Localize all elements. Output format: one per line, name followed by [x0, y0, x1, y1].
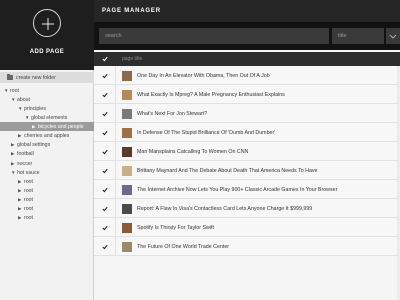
- tree-item[interactable]: ▼ principles: [0, 104, 94, 113]
- tree-item[interactable]: ▶ root: [0, 204, 94, 213]
- search-bar: title: [94, 22, 400, 50]
- divider: [115, 123, 116, 142]
- page-title-cell[interactable]: Report: A Flaw In Visa's Contactless Car…: [137, 206, 312, 212]
- divider: [115, 237, 116, 256]
- tree-item-label: hot sauce: [17, 169, 40, 176]
- tree-item[interactable]: ▶ cherries and apples: [0, 132, 94, 141]
- tree-item-label: global elements: [31, 115, 68, 122]
- table-row[interactable]: The Future Of One World Trade Center: [94, 237, 400, 256]
- table-row[interactable]: One Day In An Elevator With Obama, Then …: [94, 66, 400, 85]
- divider: [115, 85, 116, 104]
- title-bar: PAGE MANAGER: [94, 0, 400, 22]
- table-row[interactable]: What Exactly Is Mpreg? A Male Pregnancy …: [94, 85, 400, 104]
- folder-icon: [7, 73, 13, 80]
- page-title-cell[interactable]: In Defense Of The Stupid Brilliance Of '…: [137, 130, 275, 136]
- row-checkbox[interactable]: [102, 187, 108, 193]
- tree-item[interactable]: ▶ root: [0, 177, 94, 186]
- thumbnail-image: [122, 165, 132, 176]
- tree-item-label: cherries and apples: [24, 133, 70, 140]
- table-row[interactable]: What's Next For Jon Stewart?: [94, 104, 400, 123]
- thumbnail-image: [122, 241, 132, 252]
- row-checkbox[interactable]: [102, 225, 108, 231]
- tree-item-label: principles: [24, 105, 46, 112]
- thumbnail-image: [122, 127, 132, 138]
- tree-item[interactable]: ▶ global settings: [0, 141, 94, 150]
- tree-item-label: root: [24, 215, 33, 222]
- thumbnail-image: [122, 203, 132, 214]
- page-title-cell[interactable]: Brittany Maynard And The Debate About De…: [137, 168, 318, 174]
- tree-item-label: root: [24, 196, 33, 203]
- page-title-cell[interactable]: Man Mansplains Catcalling To Women On CN…: [137, 149, 248, 155]
- tree-item-label: root: [24, 187, 33, 194]
- row-checkbox[interactable]: [102, 244, 108, 250]
- page-title-cell[interactable]: What's Next For Jon Stewart?: [137, 111, 207, 117]
- row-checkbox[interactable]: [102, 92, 108, 98]
- tree-item[interactable]: ▶ bicycles and people: [0, 122, 94, 132]
- sort-dropdown-button[interactable]: [386, 28, 400, 44]
- add-page-button[interactable]: ADD PAGE: [0, 0, 94, 70]
- create-folder-label: create new folder: [16, 74, 56, 81]
- thumbnail-image: [122, 146, 132, 157]
- tree-item-label: football: [17, 151, 34, 158]
- tree-item[interactable]: ▼ about: [0, 95, 94, 104]
- column-page-title[interactable]: page title: [122, 56, 142, 62]
- table-header: page title: [94, 52, 400, 66]
- tree-item[interactable]: ▶ root: [0, 195, 94, 204]
- tree-item[interactable]: ▶ soccer: [0, 159, 94, 168]
- divider: [115, 199, 116, 218]
- tree-item[interactable]: ▶ root: [0, 186, 94, 195]
- table-row[interactable]: Man Mansplains Catcalling To Women On CN…: [94, 142, 400, 161]
- tree-item-label: root: [10, 87, 19, 94]
- divider: [115, 104, 116, 123]
- page-list: One Day In An Elevator With Obama, Then …: [94, 66, 400, 256]
- row-checkbox[interactable]: [102, 149, 108, 155]
- tree-item[interactable]: ▶ football: [0, 150, 94, 159]
- thumbnail-image: [122, 222, 132, 233]
- select-all-checkbox[interactable]: [102, 56, 108, 62]
- row-checkbox[interactable]: [102, 111, 108, 117]
- tree-item-label: root: [24, 178, 33, 185]
- thumbnail-image: [122, 89, 132, 100]
- search-input[interactable]: [99, 28, 329, 44]
- page-title: PAGE MANAGER: [102, 7, 161, 14]
- table-row[interactable]: The Internet Archive Now Lets You Play 9…: [94, 180, 400, 199]
- tree-item[interactable]: ▼ root: [0, 86, 94, 95]
- chevron-down-icon: [389, 34, 397, 39]
- table-row[interactable]: In Defense Of The Stupid Brilliance Of '…: [94, 123, 400, 142]
- page-title-cell[interactable]: The Internet Archive Now Lets You Play 9…: [137, 187, 337, 193]
- tree-item[interactable]: ▼ hot sauce: [0, 168, 94, 177]
- tree-item-label: global settings: [17, 142, 51, 149]
- row-checkbox[interactable]: [102, 168, 108, 174]
- main-panel: PAGE MANAGER title page title One Day In…: [94, 0, 400, 300]
- row-checkbox[interactable]: [102, 206, 108, 212]
- thumbnail-image: [122, 108, 132, 119]
- row-checkbox[interactable]: [102, 73, 108, 79]
- table-row[interactable]: Report: A Flaw In Visa's Contactless Car…: [94, 199, 400, 218]
- tree-item-label: root: [24, 206, 33, 213]
- page-title-cell[interactable]: The Future Of One World Trade Center: [137, 244, 229, 250]
- thumbnail-image: [122, 70, 132, 81]
- tree-item-label: bicycles and people: [38, 124, 84, 131]
- add-page-label: ADD PAGE: [29, 49, 65, 55]
- page-title-cell[interactable]: Spotify Is Thirsty For Taylor Swift: [137, 225, 214, 231]
- create-folder-button[interactable]: create new folder: [0, 72, 94, 83]
- row-checkbox[interactable]: [102, 130, 108, 136]
- page-title-cell[interactable]: One Day In An Elevator With Obama, Then …: [137, 73, 270, 79]
- divider: [115, 66, 116, 85]
- tree-item[interactable]: ▼ global elements: [0, 113, 94, 122]
- page-title-cell[interactable]: What Exactly Is Mpreg? A Male Pregnancy …: [137, 92, 285, 98]
- thumbnail-image: [122, 184, 132, 195]
- divider: [115, 161, 116, 180]
- divider: [115, 180, 116, 199]
- table-row[interactable]: Spotify Is Thirsty For Taylor Swift: [94, 218, 400, 237]
- tree-item-label: about: [17, 96, 30, 103]
- tree-item[interactable]: ▶ root: [0, 213, 94, 222]
- tree-item-label: soccer: [17, 160, 33, 167]
- sort-select[interactable]: title: [332, 28, 384, 44]
- sidebar: ADD PAGE create new folder ▼ root ▼ about ▼ p…: [0, 0, 94, 300]
- divider: [115, 142, 116, 161]
- plus-icon: [33, 9, 61, 37]
- table-row[interactable]: Brittany Maynard And The Debate About De…: [94, 161, 400, 180]
- divider: [115, 218, 116, 237]
